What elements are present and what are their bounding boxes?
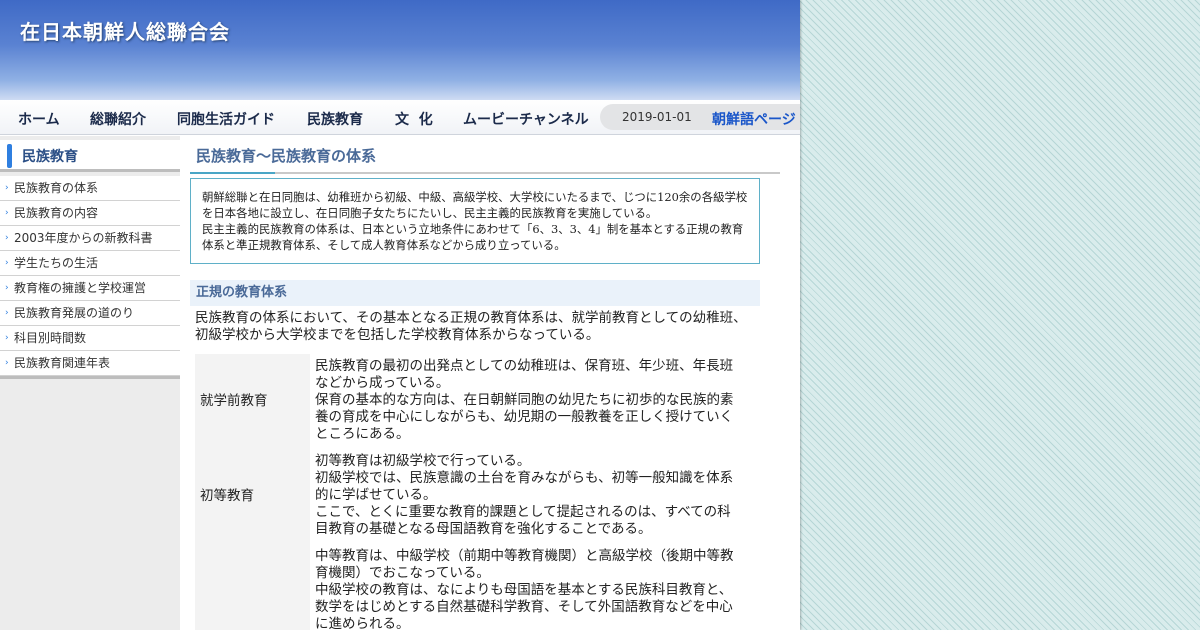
site-title[interactable]: 在日本朝鮮人総聯合会 [20, 16, 230, 45]
table-row: 就学前教育 民族教育の最初の出発点としての幼稚班は、保育班、年少班、年長班などか… [195, 354, 735, 449]
sidebar-divider [0, 376, 180, 379]
sidebar-item-label: 民族教育の体系 [14, 181, 99, 195]
stage-description: 中等教育は、中級学校（前期中等教育機関）と高級学校（後期中等教育機関）でおこなっ… [310, 544, 735, 630]
description-line: 保育の基本的な方向は、在日朝鮮同胞の幼児たちに初歩的な民族的素養の育成を中心にし… [315, 392, 734, 442]
intro-paragraph: 朝鮮総聯と在日同胞は、幼稚班から初級、中級、高級学校、大学校にいたるまで、じつに… [202, 190, 748, 220]
sidebar-item-textbooks[interactable]: › 2003年度からの新教科書 [0, 226, 180, 251]
sidebar-item-label: 2003年度からの新教科書 [14, 231, 153, 245]
sidebar-item-history[interactable]: › 民族教育発展の道のり [0, 301, 180, 326]
stage-description: 初等教育は初級学校で行っている。 初級学校では、民族意識の土台を育みながらも、初… [310, 449, 735, 544]
sidebar-item-system[interactable]: › 民族教育の体系 [0, 176, 180, 201]
main-content: 民族教育～民族教育の体系 朝鮮総聯と在日同胞は、幼稚班から初級、中級、高級学校、… [190, 136, 790, 630]
sidebar-menu: › 民族教育の体系 › 民族教育の内容 › 2003年度からの新教科書 › 学生たちの生… [0, 176, 180, 376]
nav-movie-channel[interactable]: ムービーチャンネル [463, 109, 589, 129]
page: 在日本朝鮮人総聯合会 ホーム 総聯紹介 同胞生活ガイド 民族教育 文 化 ムービ… [0, 0, 800, 630]
description-line: 中等教育は、中級学校（前期中等教育機関）と高級学校（後期中等教育機関）でおこなっ… [315, 548, 734, 581]
sidebar-item-hours[interactable]: › 科目別時間数 [0, 326, 180, 351]
description-line: 初級学校では、民族意識の土台を育みながらも、初等一般知識を体系的に学ばせている。 [315, 470, 734, 503]
nav-education[interactable]: 民族教育 [307, 109, 363, 129]
sidebar-heading: 民族教育 [0, 140, 180, 172]
sidebar-item-rights[interactable]: › 教育権の擁護と学校運営 [0, 276, 180, 301]
site-header: 在日本朝鮮人総聯合会 [0, 0, 800, 100]
arrow-right-icon: › [5, 233, 9, 243]
sidebar-item-label: 民族教育発展の道のり [14, 306, 135, 320]
sidebar-item-label: 科目別時間数 [14, 331, 87, 345]
section-heading: 正規の教育体系 [190, 280, 760, 306]
sidebar-accent-bar [7, 144, 12, 168]
nav-about[interactable]: 総聯紹介 [90, 109, 146, 129]
table-row: 初等教育 初等教育は初級学校で行っている。 初級学校では、民族意識の土台を育みな… [195, 449, 735, 544]
sidebar-title: 民族教育 [22, 149, 78, 165]
nav-home[interactable]: ホーム [18, 109, 60, 129]
sidebar-item-student-life[interactable]: › 学生たちの生活 [0, 251, 180, 276]
arrow-right-icon: › [5, 308, 9, 318]
description-line: 民族教育の最初の出発点としての幼稚班は、保育班、年少班、年長班などから成っている… [315, 358, 734, 391]
sidebar-item-label: 教育権の擁護と学校運営 [14, 281, 147, 295]
current-date: 2019-01-01 [622, 110, 692, 124]
description-line: 初等教育は初級学校で行っている。 [315, 453, 531, 469]
education-table: 就学前教育 民族教育の最初の出発点としての幼稚班は、保育班、年少班、年長班などか… [195, 354, 735, 630]
title-divider-accent [190, 172, 275, 174]
intro-box: 朝鮮総聯と在日同胞は、幼稚班から初級、中級、高級学校、大学校にいたるまで、じつに… [190, 178, 760, 264]
sidebar: 民族教育 › 民族教育の体系 › 民族教育の内容 › 2003年度からの新教科書 › 学… [0, 136, 180, 630]
title-divider [190, 172, 780, 174]
sidebar-item-label: 民族教育の内容 [14, 206, 99, 220]
sidebar-item-chronology[interactable]: › 民族教育関連年表 [0, 351, 180, 376]
intro-paragraph: 民主主義的民族教育の体系は、日本という立地条件にあわせて「6、3、3、4」制を基… [202, 222, 744, 252]
sidebar-item-label: 民族教育関連年表 [14, 356, 111, 370]
description-line: 中級学校の教育は、なによりも母国語を基本とする民族科目教育と、数学をはじめとする… [315, 582, 733, 630]
page-title: 民族教育～民族教育の体系 [196, 147, 377, 165]
sidebar-item-label: 学生たちの生活 [14, 256, 99, 270]
section-intro: 民族教育の体系において、その基本となる正規の教育体系は、就学前教育としての幼稚班… [195, 310, 747, 343]
korean-page-link[interactable]: 朝鮮語ページ [712, 109, 796, 129]
description-line: ここで、とくに重要な教育的課題として提起されるのは、すべての科目教育の基礎となる… [315, 504, 731, 537]
arrow-right-icon: › [5, 358, 9, 368]
sidebar-item-content[interactable]: › 民族教育の内容 [0, 201, 180, 226]
stage-label: 就学前教育 [195, 354, 310, 449]
arrow-right-icon: › [5, 258, 9, 268]
arrow-right-icon: › [5, 283, 9, 293]
arrow-right-icon: › [5, 208, 9, 218]
arrow-right-icon: › [5, 183, 9, 193]
nav-life-guide[interactable]: 同胞生活ガイド [177, 109, 275, 129]
stage-label: 初等教育 [195, 449, 310, 544]
arrow-right-icon: › [5, 333, 9, 343]
stage-label [195, 544, 310, 630]
nav-culture[interactable]: 文 化 [395, 109, 433, 129]
stage-description: 民族教育の最初の出発点としての幼稚班は、保育班、年少班、年長班などから成っている… [310, 354, 735, 449]
table-row: 中等教育は、中級学校（前期中等教育機関）と高級学校（後期中等教育機関）でおこなっ… [195, 544, 735, 630]
